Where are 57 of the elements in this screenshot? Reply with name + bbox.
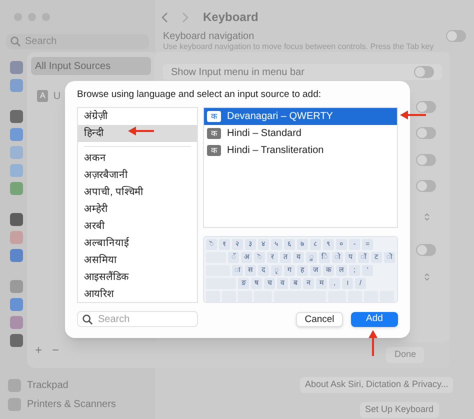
language-item[interactable]: अकन [78,150,197,167]
tile-icon[interactable] [10,146,23,159]
stepper-icon [424,272,430,282]
language-item[interactable]: हिन्दी [78,125,197,142]
arrow-icon [128,126,154,136]
setting-label: Show Input menu in menu bar [171,66,304,80]
stepper-icon [424,212,430,222]
toggle-switch[interactable] [416,244,436,256]
language-item[interactable]: आयरिश [78,286,197,302]
tile-icon [8,398,21,411]
tile-icon[interactable] [10,249,23,262]
keyboard-badge: क [207,128,221,139]
language-item[interactable]: अपाची, पश्चिमी [78,184,197,201]
dialog-title: Browse using language and select an input source to add: [77,89,322,101]
source-item[interactable]: क Hindi – Standard [204,125,397,142]
add-button[interactable]: Add [351,312,398,326]
toggle-switch[interactable] [416,127,436,139]
source-item[interactable]: क Devanagari – QWERTY [204,108,397,125]
source-item[interactable]: क Hindi – Transliteration [204,142,397,159]
tile-icon[interactable] [10,128,23,141]
language-item[interactable]: आइसलैंडिक [78,269,197,286]
search-icon [82,314,93,325]
arrow-icon [400,110,426,120]
arrow-icon [368,330,378,356]
keyboard-badge: क [207,145,221,156]
tile-icon[interactable] [10,334,23,347]
tile-icon[interactable] [10,110,23,123]
tile-icon[interactable] [10,79,23,92]
language-item[interactable]: अम्हेरी [78,201,197,218]
tile-icon[interactable] [10,61,23,74]
back-icon [161,12,168,22]
search-field[interactable]: Search [77,311,198,327]
tile-icon[interactable] [10,231,23,244]
tile-icon[interactable] [10,298,23,311]
window-title: Keyboard [203,9,258,26]
section-title: Keyboard navigation [163,30,254,42]
language-item[interactable]: अरबी [78,218,197,235]
tile-icon[interactable] [10,182,23,195]
tile-icon [8,379,21,392]
search-icon [10,36,21,47]
toggle-switch[interactable] [446,30,466,42]
toggle-switch[interactable] [414,66,434,78]
toggle-switch[interactable] [416,101,436,113]
cancel-button[interactable]: Cancel [296,312,343,326]
language-item[interactable]: अज़रबैजानी [78,167,197,184]
forward-icon [182,12,189,22]
keyboard-badge: क [207,111,221,122]
toggle-switch[interactable] [416,154,436,166]
tile-icon[interactable] [10,164,23,177]
language-item[interactable]: अंग्रेज़ी [78,108,197,125]
toggle-switch[interactable] [416,180,436,192]
language-item[interactable]: अल्बानियाई [78,235,197,252]
tile-icon[interactable] [10,280,23,293]
keyboard-badge: A [37,90,48,102]
tile-icon[interactable] [10,213,23,226]
tile-icon[interactable] [10,316,23,329]
language-item[interactable]: असमिया [78,252,197,269]
